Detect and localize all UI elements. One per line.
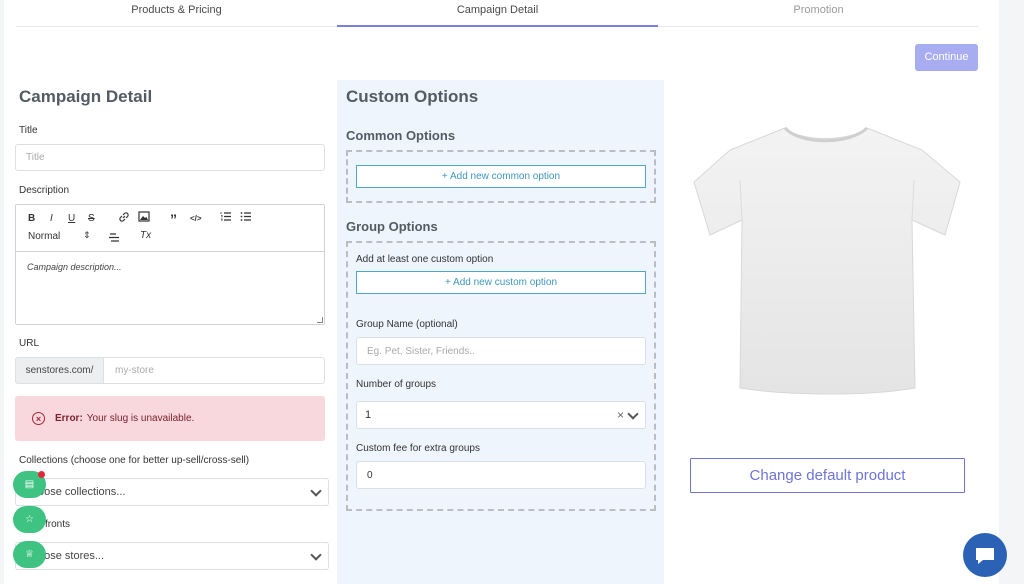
- strike-button[interactable]: S: [88, 213, 95, 224]
- editor-toolbar: B I U S ” </> Normal ⇕ Tx: [16, 205, 324, 252]
- ordered-list-icon[interactable]: [220, 211, 232, 225]
- error-circle-icon: ×: [32, 412, 45, 425]
- bullet-list-icon[interactable]: [240, 211, 252, 225]
- error-strong: Error:: [55, 413, 83, 424]
- product-tshirt-image: [693, 126, 961, 395]
- heading-select-arrows-icon: ⇕: [83, 230, 91, 240]
- title-label: Title: [19, 125, 38, 136]
- code-icon[interactable]: </>: [190, 214, 202, 223]
- tab-campaign-detail[interactable]: Campaign Detail: [337, 0, 658, 27]
- image-icon[interactable]: [138, 211, 150, 225]
- chat-icon[interactable]: [963, 533, 1007, 577]
- underline-button[interactable]: U: [68, 213, 75, 224]
- group-options-heading: Group Options: [346, 219, 438, 234]
- description-label: Description: [19, 185, 70, 196]
- clear-icon[interactable]: Tx: [140, 230, 151, 241]
- add-common-option-button[interactable]: + Add new common option: [356, 165, 646, 188]
- clear-selection-icon[interactable]: ×: [617, 408, 624, 422]
- slug-error-alert: × Error: Your slug is unavailable.: [15, 396, 325, 441]
- error-message: Your slug is unavailable.: [86, 413, 195, 424]
- title-input[interactable]: Title: [15, 144, 325, 171]
- tab-products-pricing[interactable]: Products & Pricing: [16, 0, 337, 27]
- notification-dot: [38, 471, 45, 478]
- star-icon[interactable]: ☆: [13, 506, 46, 533]
- step-tabs: Products & Pricing Campaign Detail Promo…: [16, 0, 978, 27]
- url-slug-input[interactable]: my-store: [104, 357, 325, 384]
- description-editor: B I U S ” </> Normal ⇕ Tx Campaign descr…: [15, 204, 325, 325]
- custom-fee-input[interactable]: 0: [356, 461, 646, 489]
- quote-icon[interactable]: ”: [170, 211, 177, 227]
- trophy-icon[interactable]: ♕: [13, 541, 46, 568]
- storefronts-select[interactable]: oose stores...: [15, 542, 329, 570]
- collections-select[interactable]: oose collections...: [15, 478, 329, 506]
- storefronts-label: fronts: [45, 519, 71, 530]
- group-options-hint: Add at least one custom option: [356, 254, 494, 265]
- align-icon[interactable]: [108, 232, 120, 246]
- number-of-groups-value: 1: [365, 409, 372, 421]
- change-default-product-button[interactable]: Change default product: [690, 458, 965, 493]
- url-prefix: senstores.com/: [15, 357, 104, 384]
- collections-label: Collections (choose one for better up-se…: [19, 455, 250, 466]
- custom-fee-label: Custom fee for extra groups: [356, 443, 480, 454]
- number-of-groups-label: Number of groups: [356, 379, 437, 390]
- bold-button[interactable]: B: [28, 213, 35, 224]
- chevron-down-icon: [310, 485, 322, 497]
- tab-promotion[interactable]: Promotion: [658, 0, 979, 27]
- right-gutter: [999, 0, 1024, 584]
- custom-options-heading: Custom Options: [346, 87, 479, 106]
- group-name-input[interactable]: Eg. Pet, Sister, Friends..: [356, 337, 646, 365]
- number-of-groups-select[interactable]: 1 ×: [356, 401, 646, 429]
- chevron-down-icon: [310, 549, 322, 561]
- campaign-detail-heading: Campaign Detail: [19, 87, 153, 106]
- add-custom-option-button[interactable]: + Add new custom option: [356, 271, 646, 294]
- url-label: URL: [19, 338, 40, 349]
- resize-handle[interactable]: [317, 317, 323, 323]
- collections-placeholder: oose collections...: [38, 486, 126, 498]
- italic-button[interactable]: I: [50, 213, 53, 224]
- storefronts-placeholder: oose stores...: [38, 550, 105, 562]
- link-icon[interactable]: [118, 211, 130, 226]
- group-name-label: Group Name (optional): [356, 319, 458, 330]
- chevron-down-icon: [627, 408, 639, 420]
- common-options-heading: Common Options: [346, 128, 456, 143]
- continue-button[interactable]: Continue: [915, 44, 978, 71]
- heading-select[interactable]: Normal: [28, 231, 60, 242]
- description-textarea[interactable]: Campaign description...: [16, 252, 324, 282]
